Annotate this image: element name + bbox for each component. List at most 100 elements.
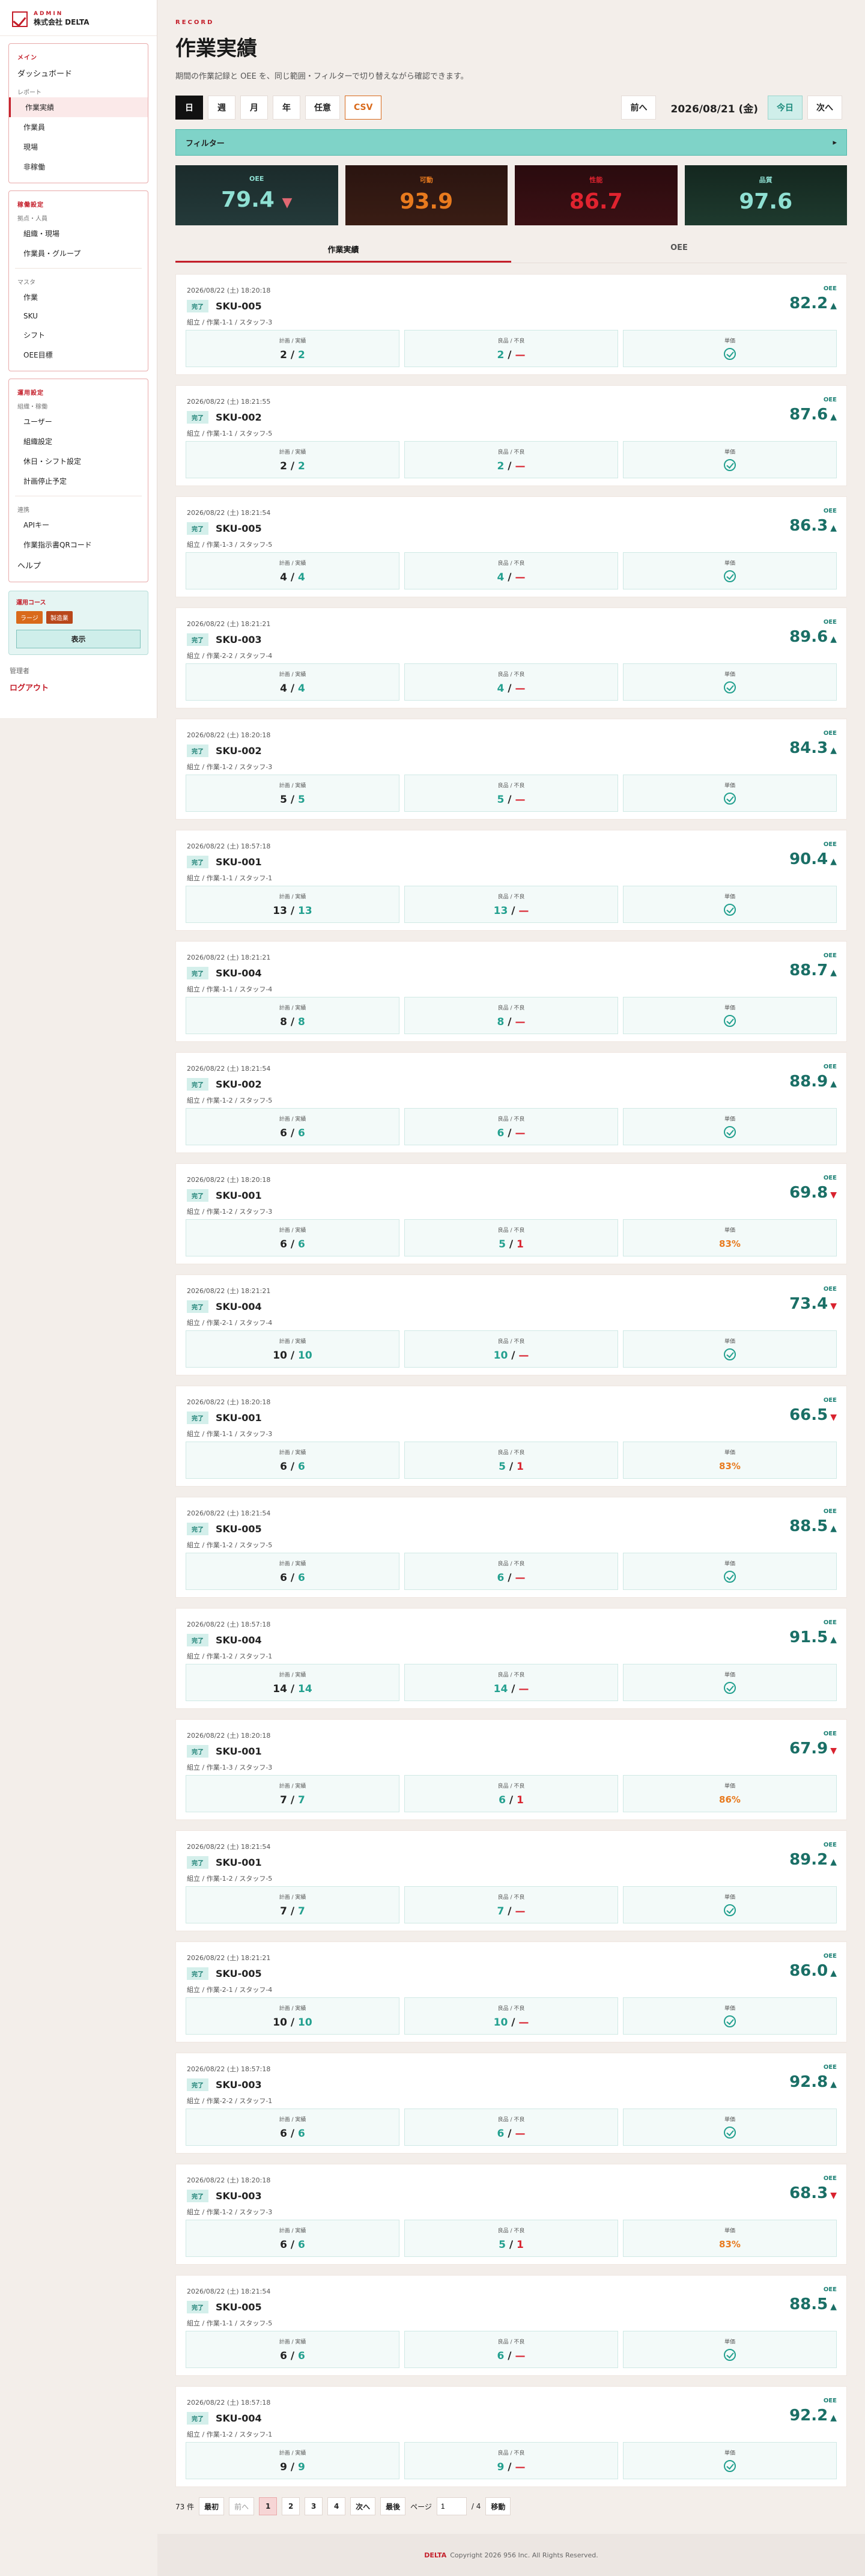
good-bad-cell: 良品 / 不良 10 / — [404, 1997, 618, 2035]
plan-show-button[interactable]: 表示 [16, 630, 141, 648]
cell-label: 計画 / 実績 [279, 783, 306, 789]
record-card[interactable]: 2026/08/22 (土) 18:21:54 完了 SKU-005 組立 / … [175, 1497, 847, 1598]
record-sku: SKU-005 [216, 1968, 262, 1979]
nav-master-sku[interactable]: SKU [9, 307, 148, 325]
record-card[interactable]: 2026/08/22 (土) 18:21:54 完了 SKU-005 組立 / … [175, 496, 847, 597]
oee-label: OEE [823, 730, 837, 737]
triangle-up-icon: ▲ [830, 746, 837, 755]
oee-value: 73.4 [789, 1295, 828, 1313]
nav-planned-stop[interactable]: 計画停止予定 [9, 471, 148, 491]
nav-head-ops: 運用設定 [17, 390, 44, 397]
record-card[interactable]: 2026/08/22 (土) 18:20:18 完了 SKU-002 組立 / … [175, 719, 847, 820]
record-card[interactable]: 2026/08/22 (土) 18:21:55 完了 SKU-002 組立 / … [175, 385, 847, 486]
plan-actual-cell: 計画 / 実績 10 / 10 [186, 1997, 399, 2035]
record-card[interactable]: 2026/08/22 (土) 18:20:18 完了 SKU-001 組立 / … [175, 1163, 847, 1264]
record-card[interactable]: 2026/08/22 (土) 18:57:18 完了 SKU-004 組立 / … [175, 1608, 847, 1709]
page-3-button[interactable]: 3 [305, 2497, 323, 2515]
status-badge: 完了 [187, 411, 208, 424]
record-card[interactable]: 2026/08/22 (土) 18:20:18 完了 SKU-001 組立 / … [175, 1386, 847, 1487]
record-card[interactable]: 2026/08/22 (土) 18:20:18 完了 SKU-001 組立 / … [175, 1719, 847, 1820]
record-card[interactable]: 2026/08/22 (土) 18:21:54 完了 SKU-002 組立 / … [175, 1052, 847, 1153]
next-date-button[interactable]: 次へ [807, 96, 842, 120]
record-card[interactable]: 2026/08/22 (土) 18:21:21 完了 SKU-003 組立 / … [175, 607, 847, 708]
cell-label: 良品 / 不良 [497, 1895, 525, 1901]
page-prev-button[interactable]: 前へ [229, 2497, 255, 2515]
cell-label: 単価 [724, 672, 735, 678]
nav-dashboard[interactable]: ダッシュボード [9, 62, 148, 84]
prev-date-button[interactable]: 前へ [621, 96, 657, 120]
nav-report-idle[interactable]: 非稼働 [9, 157, 148, 177]
nav-master-oee-target[interactable]: OEE目標 [9, 345, 148, 365]
record-time: 2026/08/22 (土) 18:21:54 [187, 2288, 271, 2295]
period-custom-button[interactable]: 任意 [305, 96, 340, 120]
tab-records[interactable]: 作業実績 [175, 237, 511, 263]
oee-label: OEE [823, 1953, 837, 1959]
csv-export-button[interactable]: CSV [345, 96, 382, 120]
status-badge: 完了 [187, 1300, 208, 1313]
tab-oee[interactable]: OEE [511, 237, 847, 263]
record-card[interactable]: 2026/08/22 (土) 18:21:21 完了 SKU-005 組立 / … [175, 1941, 847, 2042]
nav-users[interactable]: ユーザー [9, 412, 148, 431]
page-jump-input[interactable] [436, 2497, 467, 2515]
plan-actual-cell: 計画 / 実績 7 / 7 [186, 1886, 399, 1923]
logout-link[interactable]: ログアウト [0, 678, 157, 696]
nav-master-tasks[interactable]: 作業 [9, 287, 148, 307]
nav-org-sites[interactable]: 組織・現場 [9, 224, 148, 243]
page-go-button[interactable]: 移動 [485, 2497, 511, 2515]
record-card[interactable]: 2026/08/22 (土) 18:21:21 完了 SKU-004 組立 / … [175, 1274, 847, 1375]
nav-org-settings[interactable]: 組織設定 [9, 431, 148, 451]
status-badge: 完了 [187, 1856, 208, 1869]
cell-label: 単価 [724, 894, 735, 900]
good-value: 2 [497, 460, 505, 472]
nav-master-shift[interactable]: シフト [9, 325, 148, 345]
good-value: 7 [497, 1905, 505, 1917]
page-last-button[interactable]: 最後 [380, 2497, 406, 2515]
plan-actual-cell: 計画 / 実績 6 / 6 [186, 1219, 399, 1256]
filter-toggle[interactable]: フィルター ▸ [175, 129, 847, 156]
record-card[interactable]: 2026/08/22 (土) 18:20:18 完了 SKU-005 組立 / … [175, 274, 847, 375]
record-path: 組立 / 作業-1-1 / スタッフ-5 [187, 2319, 273, 2327]
triangle-up-icon: ▲ [830, 857, 837, 866]
kpi-row: OEE 79.4 ▼ 可動 93.9 性能 86.7 品質 97.6 [175, 165, 847, 225]
record-card[interactable]: 2026/08/22 (土) 18:57:18 完了 SKU-004 組立 / … [175, 2386, 847, 2487]
kpi-value: 93.9 [399, 189, 454, 214]
good-bad-cell: 良品 / 不良 14 / — [404, 1664, 618, 1701]
nav-worker-groups[interactable]: 作業員・グループ [9, 243, 148, 263]
bad-value: — [518, 2017, 529, 2029]
cell-label: 単価 [724, 1783, 735, 1789]
period-year-button[interactable]: 年 [273, 96, 300, 120]
period-week-button[interactable]: 週 [208, 96, 235, 120]
record-card[interactable]: 2026/08/22 (土) 18:57:18 完了 SKU-003 組立 / … [175, 2053, 847, 2154]
record-sku: SKU-005 [216, 523, 262, 534]
nav-report-sites[interactable]: 現場 [9, 137, 148, 157]
page-4-button[interactable]: 4 [327, 2497, 346, 2515]
record-card[interactable]: 2026/08/22 (土) 18:20:18 完了 SKU-003 組立 / … [175, 2164, 847, 2265]
record-card[interactable]: 2026/08/22 (土) 18:21:21 完了 SKU-004 組立 / … [175, 941, 847, 1042]
plan-actual-cell: 計画 / 実績 5 / 5 [186, 775, 399, 812]
nav-help[interactable]: ヘルプ [9, 555, 148, 576]
page-next-button[interactable]: 次へ [350, 2497, 376, 2515]
good-bad-cell: 良品 / 不良 5 / — [404, 775, 618, 812]
record-card[interactable]: 2026/08/22 (土) 18:21:54 完了 SKU-001 組立 / … [175, 1830, 847, 1931]
nav-qr-codes[interactable]: 作業指示書QRコード [9, 535, 148, 555]
period-month-button[interactable]: 月 [240, 96, 268, 120]
nav-holiday-shift[interactable]: 休日・シフト設定 [9, 451, 148, 471]
good-value: 14 [493, 1683, 508, 1695]
nav-api-keys[interactable]: APIキー [9, 515, 148, 535]
page-1-button[interactable]: 1 [259, 2497, 278, 2515]
record-card[interactable]: 2026/08/22 (土) 18:57:18 完了 SKU-001 組立 / … [175, 830, 847, 931]
period-day-button[interactable]: 日 [175, 96, 203, 120]
nav-report-records[interactable]: 作業実績 [9, 97, 148, 117]
page-2-button[interactable]: 2 [282, 2497, 300, 2515]
status-badge: 完了 [187, 967, 208, 979]
status-badge: 完了 [187, 633, 208, 646]
page-first-button[interactable]: 最初 [199, 2497, 225, 2515]
today-button[interactable]: 今日 [768, 96, 803, 120]
cell-label: 良品 / 不良 [497, 894, 525, 900]
record-card[interactable]: 2026/08/22 (土) 18:21:54 完了 SKU-005 組立 / … [175, 2275, 847, 2376]
perf-cell: 単価 [623, 552, 837, 589]
nav-report-workers[interactable]: 作業員 [9, 117, 148, 137]
actual-value: 6 [298, 2350, 305, 2362]
cell-label: 良品 / 不良 [497, 672, 525, 678]
perf-value: 83 [719, 2239, 732, 2250]
